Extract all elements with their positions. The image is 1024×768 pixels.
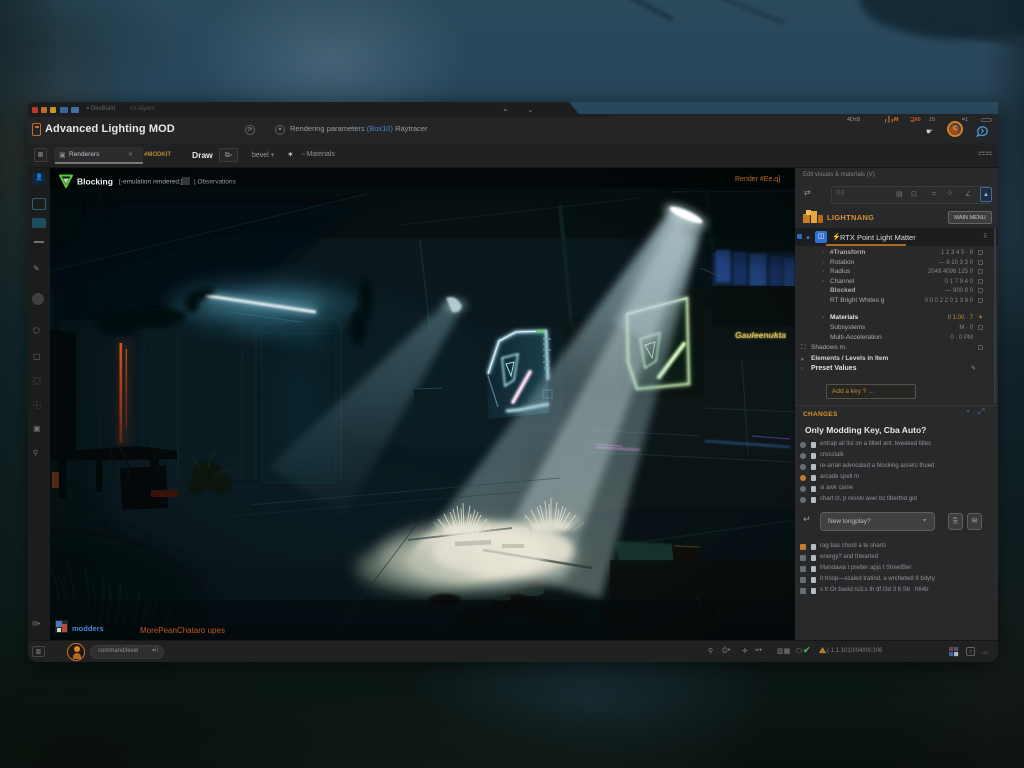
svg-text:Blocking: Blocking bbox=[77, 177, 113, 187]
svg-text:Render #Ee.q]: Render #Ee.q] bbox=[735, 176, 780, 183]
svg-text:[-emulation rendered;]: [-emulation rendered;] bbox=[119, 179, 183, 186]
svg-text:MorePeanChataro upes: MorePeanChataro upes bbox=[140, 626, 225, 635]
svg-text:| Observations: | Observations bbox=[194, 179, 237, 186]
svg-text:modders: modders bbox=[72, 624, 104, 633]
svg-text:Gauleenukta: Gauleenukta bbox=[735, 330, 786, 340]
